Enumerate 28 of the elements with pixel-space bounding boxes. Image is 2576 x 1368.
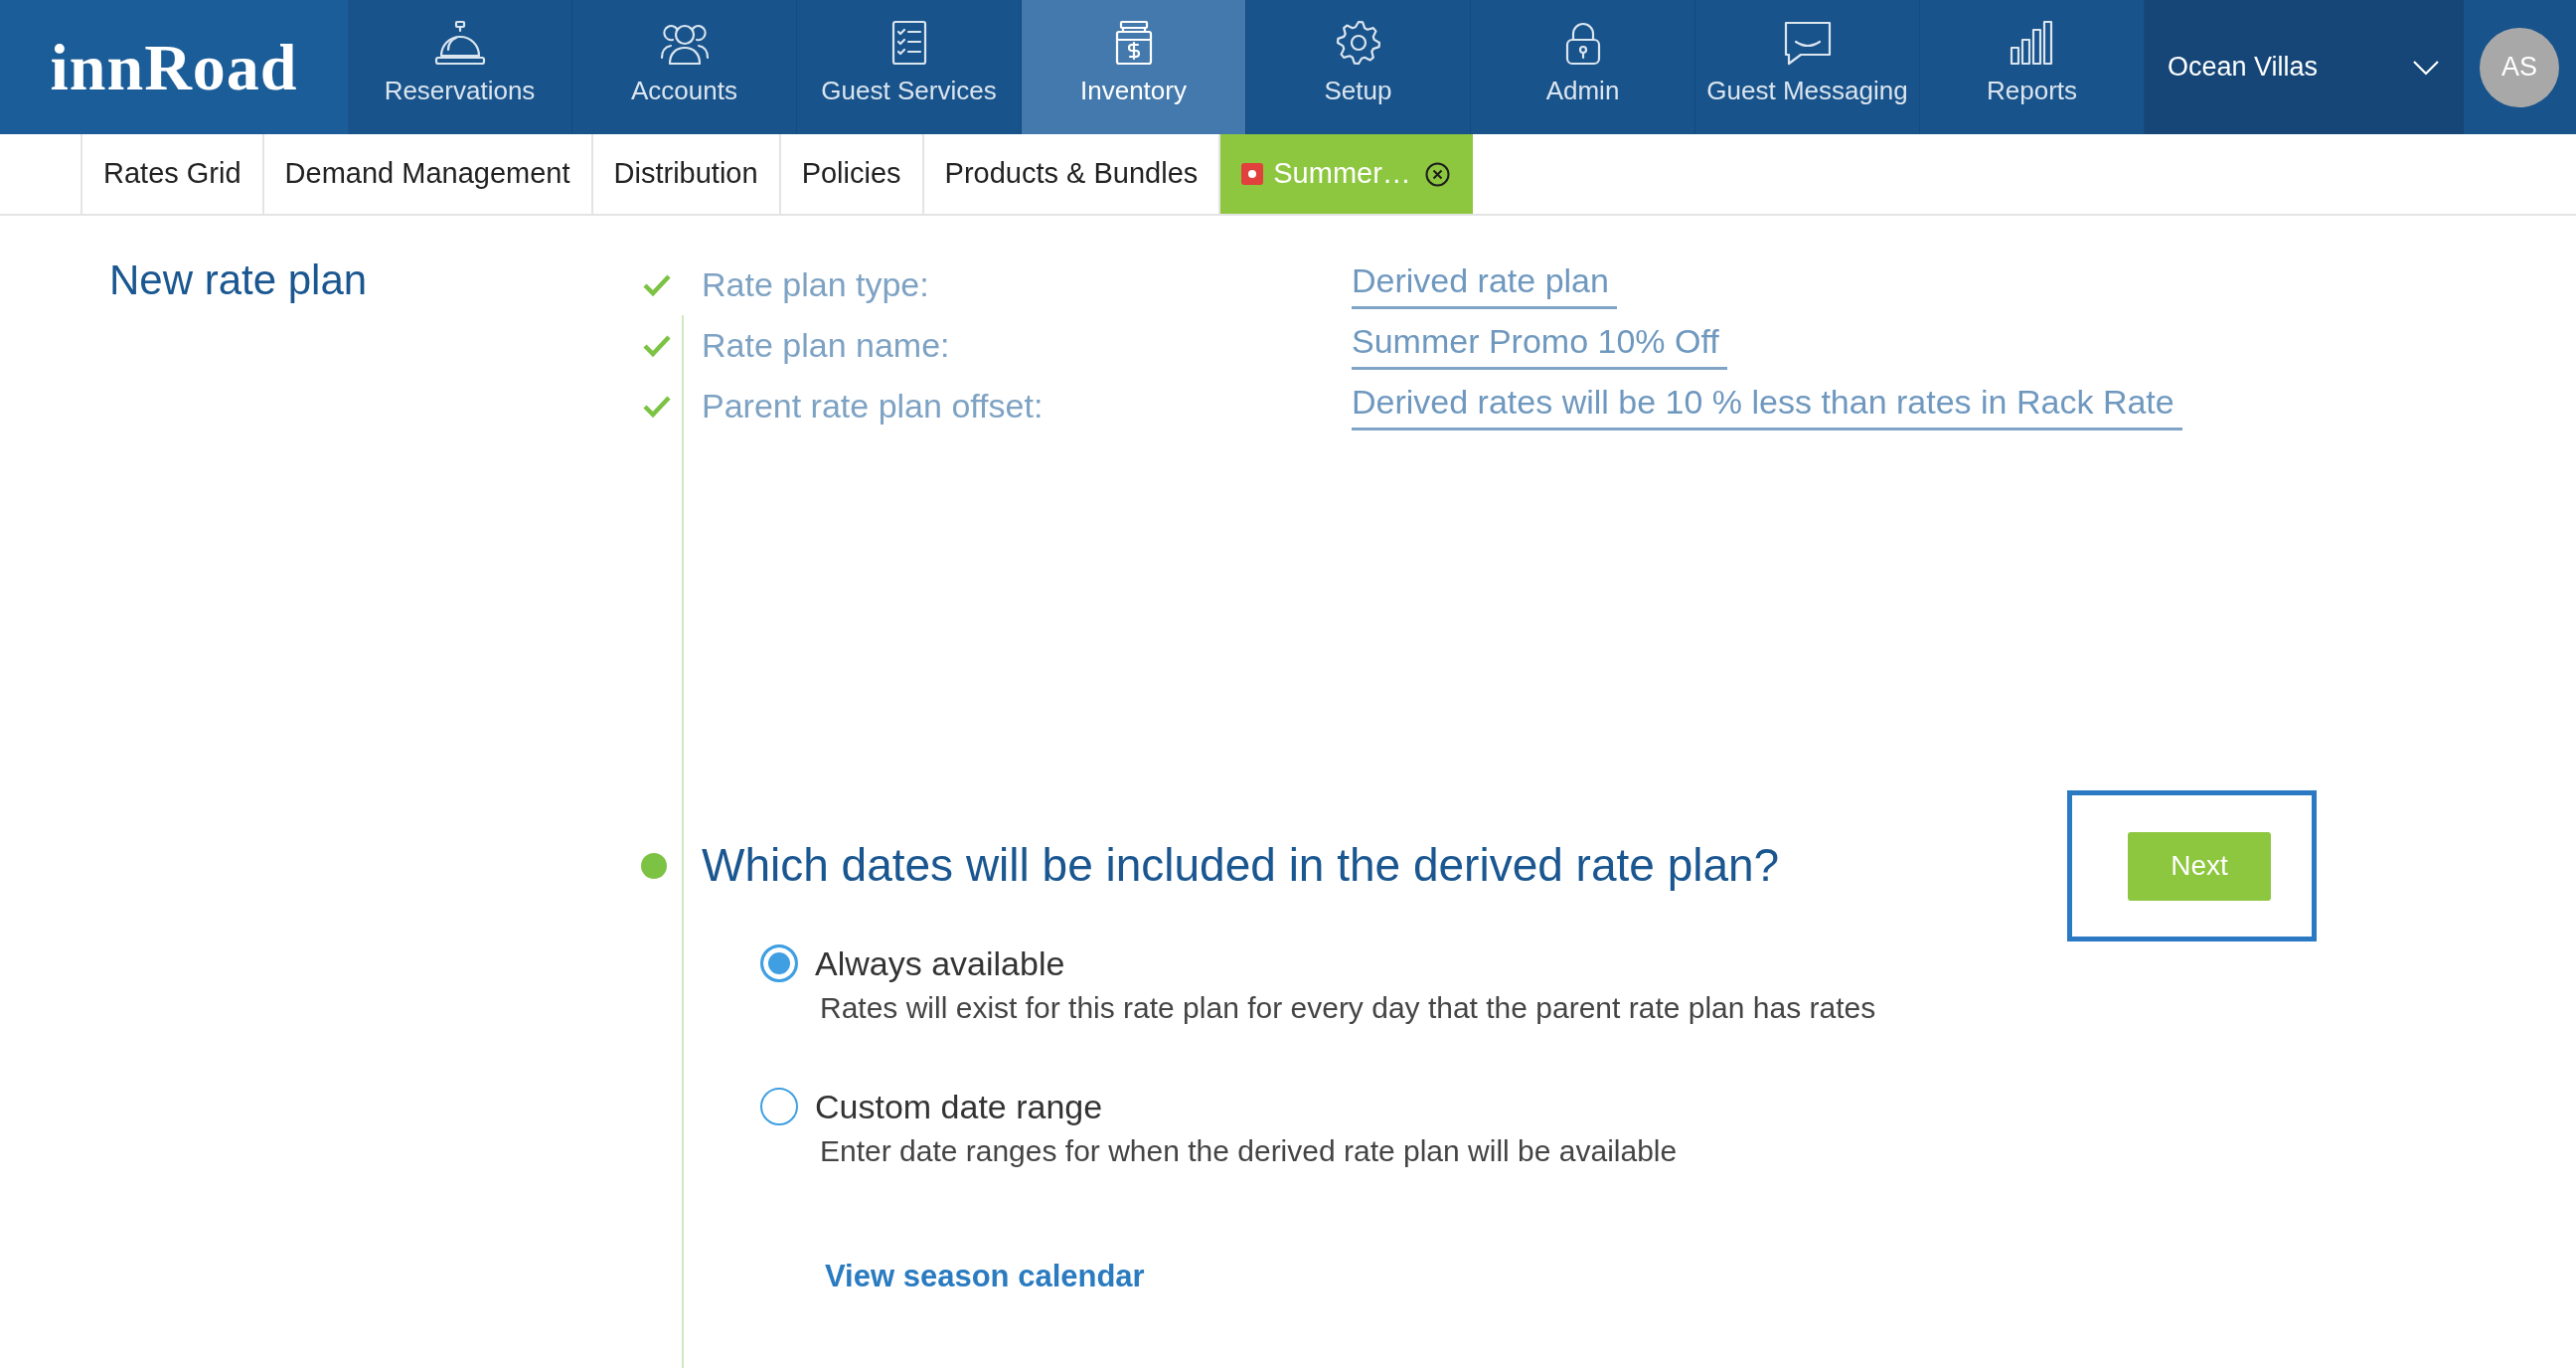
subnav-tab[interactable]: Policies xyxy=(780,134,924,214)
nav-tab[interactable]: Reservations xyxy=(348,0,572,134)
step-label: Rate plan name: xyxy=(702,325,951,366)
nav-tab[interactable]: Accounts xyxy=(572,0,797,134)
radio-button[interactable] xyxy=(760,1088,798,1126)
option-label: Always available xyxy=(815,943,1065,984)
option-description: Enter date ranges for when the derived rate plan will be available xyxy=(820,1133,1678,1170)
subnav-tab[interactable]: Distribution xyxy=(592,134,781,214)
subnav-tab[interactable]: Demand Management xyxy=(263,134,593,214)
step-label: Rate plan type: xyxy=(702,264,930,305)
step-question: Which dates will be included in the derived rate plan? xyxy=(702,838,1780,894)
record-icon xyxy=(1241,163,1264,185)
property-selector[interactable]: Ocean Villas xyxy=(2145,0,2464,134)
bell-icon xyxy=(432,20,487,66)
step-label: Parent rate plan offset: xyxy=(702,386,1045,427)
current-step-dot-icon xyxy=(641,853,667,879)
subnav-tab[interactable]: Rates Grid xyxy=(80,134,264,214)
page-title: New rate plan xyxy=(109,256,369,305)
logo: innRoad xyxy=(50,34,298,100)
option-label: Custom date range xyxy=(815,1087,1103,1128)
close-icon[interactable] xyxy=(1424,161,1450,187)
option-description: Rates will exist for this rate plan for every day that the parent rate plan has rates xyxy=(820,990,1876,1027)
nav-tab[interactable]: Guest Messaging xyxy=(1695,0,1920,134)
nav-tab[interactable]: Inventory xyxy=(1022,0,1246,134)
chevron-down-icon xyxy=(2412,59,2440,76)
season-calendar-link[interactable]: View season calendar xyxy=(825,1254,1145,1300)
radio-button[interactable] xyxy=(760,944,798,983)
nav-tab[interactable]: Admin xyxy=(1471,0,1695,134)
